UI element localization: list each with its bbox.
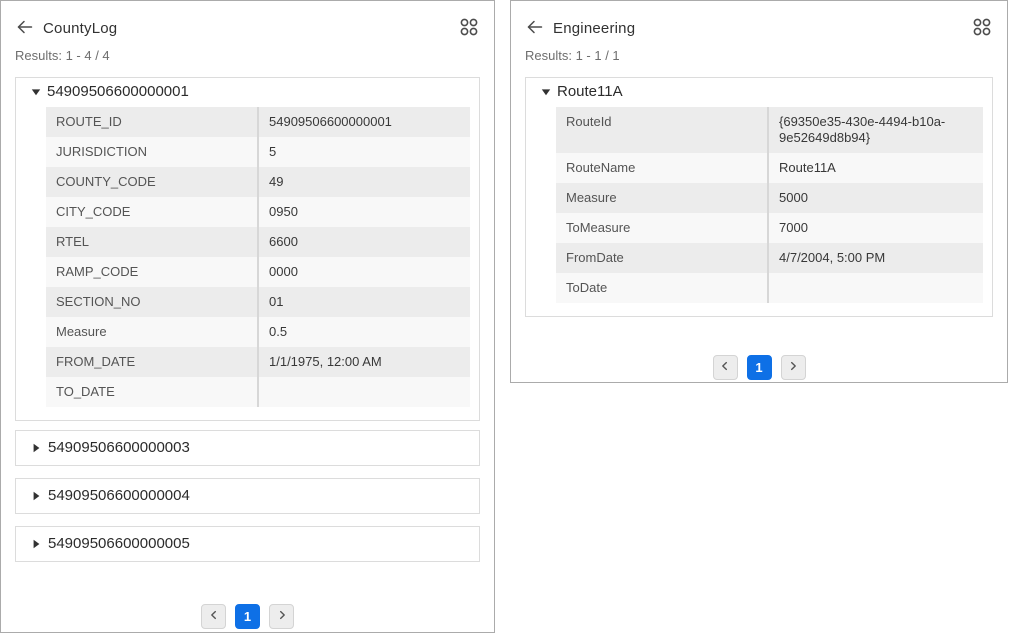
next-page-button[interactable] — [269, 604, 294, 629]
field-label: RAMP_CODE — [46, 257, 259, 287]
field-value: 49 — [259, 167, 470, 197]
previous-page-button[interactable] — [713, 355, 738, 380]
pagination: 1 — [1, 604, 494, 629]
results-count: Results: 1 - 1 / 1 — [511, 41, 1007, 63]
back-button[interactable] — [15, 18, 34, 39]
app-grid-button[interactable] — [971, 16, 993, 41]
app-grid-icon — [971, 16, 993, 41]
field-value: 1/1/1975, 12:00 AM — [259, 347, 470, 377]
caret-right-icon — [31, 443, 41, 453]
table-row: ROUTE_ID 54909506600000001 — [46, 107, 470, 137]
feature-title: 54909506600000001 — [47, 84, 189, 100]
page-number-button[interactable]: 1 — [747, 355, 772, 380]
previous-page-button[interactable] — [201, 604, 226, 629]
table-row: ToMeasure 7000 — [556, 213, 983, 243]
field-value — [259, 377, 470, 407]
field-value: 5 — [259, 137, 470, 167]
app-grid-icon — [458, 16, 480, 41]
page-number-button[interactable]: 1 — [235, 604, 260, 629]
field-label: ToMeasure — [556, 213, 769, 243]
caret-down-icon — [31, 87, 41, 97]
table-row: TO_DATE — [46, 377, 470, 407]
table-row: RouteId {69350e35-430e-4494-b10a-9e52649… — [556, 107, 983, 153]
field-value: 5000 — [769, 183, 983, 213]
table-row: ToDate — [556, 273, 983, 303]
engineering-panel: Engineering Results: 1 - 1 / 1 Rout — [510, 0, 1008, 383]
field-value — [769, 273, 983, 303]
table-row: FromDate 4/7/2004, 5:00 PM — [556, 243, 983, 273]
field-value: 4/7/2004, 5:00 PM — [769, 243, 983, 273]
chevron-left-icon — [208, 609, 220, 624]
table-row: COUNTY_CODE 49 — [46, 167, 470, 197]
caret-right-icon — [31, 539, 41, 549]
panel-header: Engineering — [511, 1, 1007, 41]
field-label: TO_DATE — [46, 377, 259, 407]
table-row: JURISDICTION 5 — [46, 137, 470, 167]
table-row: SECTION_NO 01 — [46, 287, 470, 317]
field-value: 6600 — [259, 227, 470, 257]
app-grid-button[interactable] — [458, 16, 480, 41]
back-button[interactable] — [525, 18, 544, 39]
feature-card-expanded: Route11A RouteId {69350e35-430e-4494-b10… — [525, 77, 993, 317]
countylog-panel: CountyLog Results: 1 - 4 / 4 5 — [0, 0, 495, 633]
chevron-right-icon — [276, 609, 288, 624]
table-row: RTEL 6600 — [46, 227, 470, 257]
field-label: RouteName — [556, 153, 769, 183]
field-label: RTEL — [46, 227, 259, 257]
field-value: 0950 — [259, 197, 470, 227]
feature-card-collapsed[interactable]: 54909506600000003 — [15, 430, 480, 466]
pagination: 1 — [511, 355, 1007, 380]
caret-down-icon — [541, 87, 551, 97]
field-value: Route11A — [769, 153, 983, 183]
results-count: Results: 1 - 4 / 4 — [1, 41, 494, 63]
arrow-left-icon — [15, 18, 34, 39]
field-label: RouteId — [556, 107, 769, 153]
attribute-table: ROUTE_ID 54909506600000001 JURISDICTION … — [46, 107, 470, 407]
panel-title: Engineering — [553, 20, 635, 37]
field-value: 7000 — [769, 213, 983, 243]
feature-title: 54909506600000003 — [48, 439, 190, 457]
feature-card-expanded: 54909506600000001 ROUTE_ID 5490950660000… — [15, 77, 480, 421]
feature-header[interactable]: Route11A — [526, 78, 992, 106]
panel-title: CountyLog — [43, 20, 117, 37]
field-label: COUNTY_CODE — [46, 167, 259, 197]
caret-right-icon — [31, 491, 41, 501]
field-value: {69350e35-430e-4494-b10a-9e52649d8b94} — [769, 107, 983, 153]
field-label: ROUTE_ID — [46, 107, 259, 137]
field-label: CITY_CODE — [46, 197, 259, 227]
feature-title: Route11A — [557, 84, 623, 100]
field-value: 01 — [259, 287, 470, 317]
field-label: ToDate — [556, 273, 769, 303]
next-page-button[interactable] — [781, 355, 806, 380]
field-label: FROM_DATE — [46, 347, 259, 377]
feature-title: 54909506600000004 — [48, 487, 190, 505]
table-row: Measure 0.5 — [46, 317, 470, 347]
chevron-left-icon — [719, 360, 731, 375]
feature-header[interactable]: 54909506600000001 — [16, 78, 479, 106]
feature-title: 54909506600000005 — [48, 535, 190, 553]
arrow-left-icon — [525, 18, 544, 39]
table-row: FROM_DATE 1/1/1975, 12:00 AM — [46, 347, 470, 377]
table-row: CITY_CODE 0950 — [46, 197, 470, 227]
screen: CountyLog Results: 1 - 4 / 4 5 — [0, 0, 1009, 633]
field-label: FromDate — [556, 243, 769, 273]
chevron-right-icon — [787, 360, 799, 375]
table-row: RouteName Route11A — [556, 153, 983, 183]
field-value: 54909506600000001 — [259, 107, 470, 137]
panel-header: CountyLog — [1, 1, 494, 41]
feature-card-collapsed[interactable]: 54909506600000004 — [15, 478, 480, 514]
table-row: Measure 5000 — [556, 183, 983, 213]
table-row: RAMP_CODE 0000 — [46, 257, 470, 287]
field-label: SECTION_NO — [46, 287, 259, 317]
attribute-table: RouteId {69350e35-430e-4494-b10a-9e52649… — [556, 107, 983, 303]
field-label: Measure — [46, 317, 259, 347]
field-label: JURISDICTION — [46, 137, 259, 167]
feature-card-collapsed[interactable]: 54909506600000005 — [15, 526, 480, 562]
field-label: Measure — [556, 183, 769, 213]
field-value: 0000 — [259, 257, 470, 287]
field-value: 0.5 — [259, 317, 470, 347]
